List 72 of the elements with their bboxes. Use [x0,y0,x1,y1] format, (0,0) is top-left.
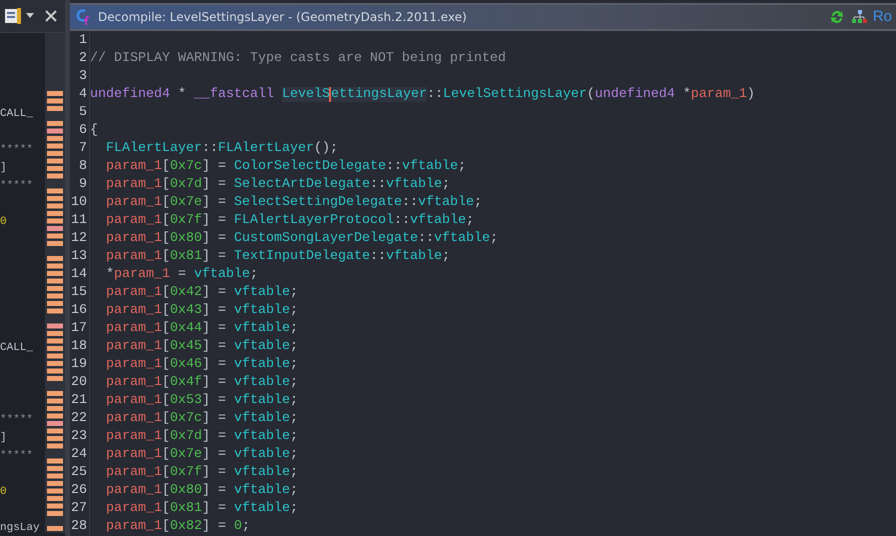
line-number: 6 [78,122,87,140]
caret-icon[interactable] [26,13,34,19]
code-line: // DISPLAY WARNING: Type casts are NOT being printed [90,50,507,68]
code-fragment: CALL_ [0,107,34,122]
line-number: 1 [78,32,87,50]
code-line: param_1[0x43] = vftable; [104,302,299,320]
code-fragment: ngsLay [0,521,41,536]
code-line: param_1[0x81] = TextInputDelegate::vftable; [104,248,451,266]
line-number: 27 [70,500,87,518]
line-number: 18 [70,338,87,356]
separator-text: ***** [0,179,34,194]
code-line: param_1[0x7c] = ColorSelectDelegate::vftable; [104,158,467,176]
line-number: 15 [70,284,87,302]
line-number: 10 [70,194,87,212]
line-number: 20 [70,374,87,392]
code-fragment: 0 [0,485,8,500]
code-line: *param_1 = vftable; [104,266,259,284]
toolbar-label[interactable]: Ro [872,6,892,28]
code-fragment: ] [0,161,8,176]
line-number: 11 [70,212,87,230]
line-number: 8 [78,158,87,176]
line-number: 19 [70,356,87,374]
close-icon[interactable] [44,9,58,23]
line-number: 7 [78,140,87,158]
line-number: 23 [70,428,87,446]
separator-text: ***** [0,143,34,158]
line-number: 9 [78,176,87,194]
line-number: 21 [70,392,87,410]
code-fragment: ] [0,431,8,446]
line-number: 14 [70,266,87,284]
code-line: param_1[0x7f] = FLAlertLayerProtocol::vftable; [104,212,475,230]
line-number: 17 [70,320,87,338]
code-line: FLAlertLayer::FLAlertLayer(); [104,140,339,158]
code-fragment: 0 [0,215,8,230]
line-number: 13 [70,248,87,266]
line-number: 24 [70,446,87,464]
line-number: 16 [70,302,87,320]
code-line: param_1[0x45] = vftable; [104,338,299,356]
code-fragment: CALL_ [0,341,34,356]
code-line: param_1[0x53] = vftable; [104,392,299,410]
line-number: 22 [70,410,87,428]
code-line: param_1[0x7e] = vftable; [104,446,299,464]
code-line: param_1[0x46] = vftable; [104,356,299,374]
code-line: param_1[0x82] = 0; [104,518,251,536]
code-line: param_1[0x80] = vftable; [104,482,299,500]
code-line: param_1[0x42] = vftable; [104,284,299,302]
code-line: param_1[0x7d] = SelectArtDelegate::vftable; [104,176,451,194]
line-number: 25 [70,464,87,482]
line-number: 12 [70,230,87,248]
line-number: 4 [78,86,87,104]
code-line: param_1[0x44] = vftable; [104,320,299,338]
code-line: param_1[0x7c] = vftable; [104,410,299,428]
line-number: 5 [78,104,87,122]
code-line: param_1[0x7d] = vftable; [104,428,299,446]
code-line: { [90,122,99,140]
separator-text: ***** [0,413,34,428]
separator-text: ***** [0,449,34,464]
code-line: param_1[0x81] = vftable; [104,500,299,518]
window-title: Decompile: LevelSettingsLayer - (GeometryDash.2.2011.exe) [98,9,468,26]
code-line: undefined4 * __fastcall LevelSettingsLayer::LevelSettingsLayer(undefined4 *param_1) [90,86,755,104]
tree-icon[interactable] [850,10,867,24]
decompile-icon [74,8,92,26]
code-line: param_1[0x4f] = vftable; [104,374,299,392]
refresh-icon[interactable] [828,9,845,25]
code-line: param_1[0x80] = CustomSongLayerDelegate::vftable; [104,230,499,248]
line-number: 2 [78,50,87,68]
code-line: param_1[0x7f] = vftable; [104,464,299,482]
line-number: 3 [78,68,87,86]
document-icon[interactable] [4,7,22,25]
line-number: 26 [70,482,87,500]
code-line: param_1[0x7e] = SelectSettingDelegate::vftable; [104,194,483,212]
line-number: 28 [70,518,87,536]
